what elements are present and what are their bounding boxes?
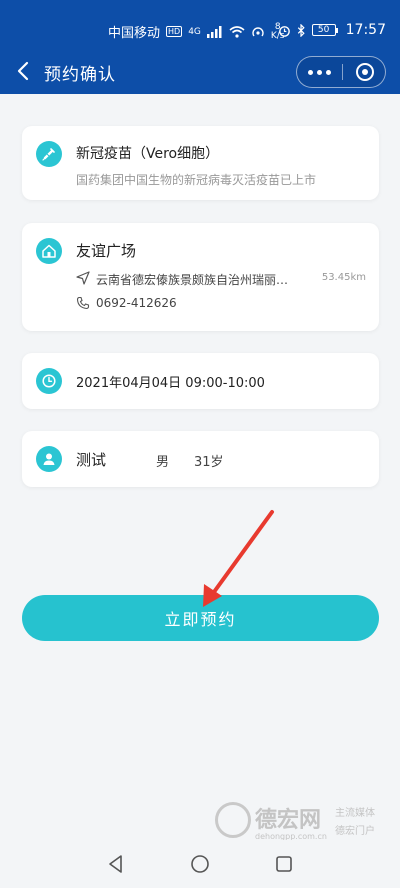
back-button[interactable] [12,58,34,84]
site-name: 友谊广场 [76,242,137,260]
site-phone: 0692-412626 [96,296,177,310]
navigation-icon [76,271,90,285]
status-left: 中国移动 HD 4G 8 K/s [108,22,285,41]
clock-icon [36,368,62,394]
signal-icon [206,25,222,38]
triangle-back-icon [109,855,122,873]
vaccine-description: 国药集团中国生物的新冠病毒灭活疫苗已上市 [76,173,317,187]
system-home-button[interactable] [188,852,212,876]
network-type: 4G [188,26,201,37]
watermark-tag2: 德宏门户 [335,826,375,837]
hotspot-icon [252,26,264,36]
more-dots-icon [326,69,331,75]
system-back-button[interactable] [104,852,128,876]
circle-home-icon [191,855,209,873]
site-address: 云南省德宏傣族景颇族自治州瑞丽… [96,273,289,287]
watermark-logo-icon [215,802,251,838]
person-name: 测试 [76,451,107,469]
vaccine-name: 新冠疫苗（Vero细胞） [76,146,220,162]
more-dots-icon [317,69,322,75]
square-recent-icon [276,856,292,872]
vaccine-card: 新冠疫苗（Vero细胞） 国药集团中国生物的新冠病毒灭活疫苗已上市 [22,126,379,200]
chevron-left-icon [17,61,29,81]
carrier-label: 中国移动 [108,26,161,41]
watermark-name: 德宏网 [255,808,322,833]
more-dots-icon [308,69,313,75]
page-title: 预约确认 [44,65,116,85]
person-card: 测试 男 31岁 [22,431,379,487]
system-recent-button[interactable] [272,852,296,876]
clock-time: 17:57 [345,22,386,38]
battery-icon: 50 [311,24,338,36]
alarm-icon [278,25,290,37]
home-icon [36,238,62,264]
user-icon [36,446,62,472]
hd-badge: HD [166,26,183,37]
person-age: 31岁 [194,455,224,470]
site-card: 友谊广场 云南省德宏傣族景颇族自治州瑞丽… 53.45km 0692-41262… [22,223,379,331]
close-miniprogram-button[interactable] [343,57,386,87]
time-card: 2021年04月04日 09:00-10:00 [22,353,379,409]
appointment-time: 2021年04月04日 09:00-10:00 [76,376,265,391]
more-button[interactable] [297,57,342,87]
site-distance: 53.45km [321,272,366,283]
person-gender: 男 [156,455,170,470]
target-icon [355,63,374,81]
miniprogram-capsule [296,56,386,88]
book-now-button[interactable]: 立即预约 [22,595,379,641]
address-row[interactable]: 云南省德宏傣族景颇族自治州瑞丽… 53.45km [76,271,366,289]
syringe-icon [36,141,62,167]
system-nav-bar [0,840,400,888]
nav-bar: 预约确认 [0,48,400,94]
status-right: 50 17:57 [278,22,386,38]
wifi-icon [229,25,245,38]
watermark-tag1: 主流媒体 [335,808,375,819]
bluetooth-icon [297,23,305,37]
phone-icon [76,296,90,310]
status-bar: 中国移动 HD 4G 8 K/s 50 17:57 [0,0,400,48]
